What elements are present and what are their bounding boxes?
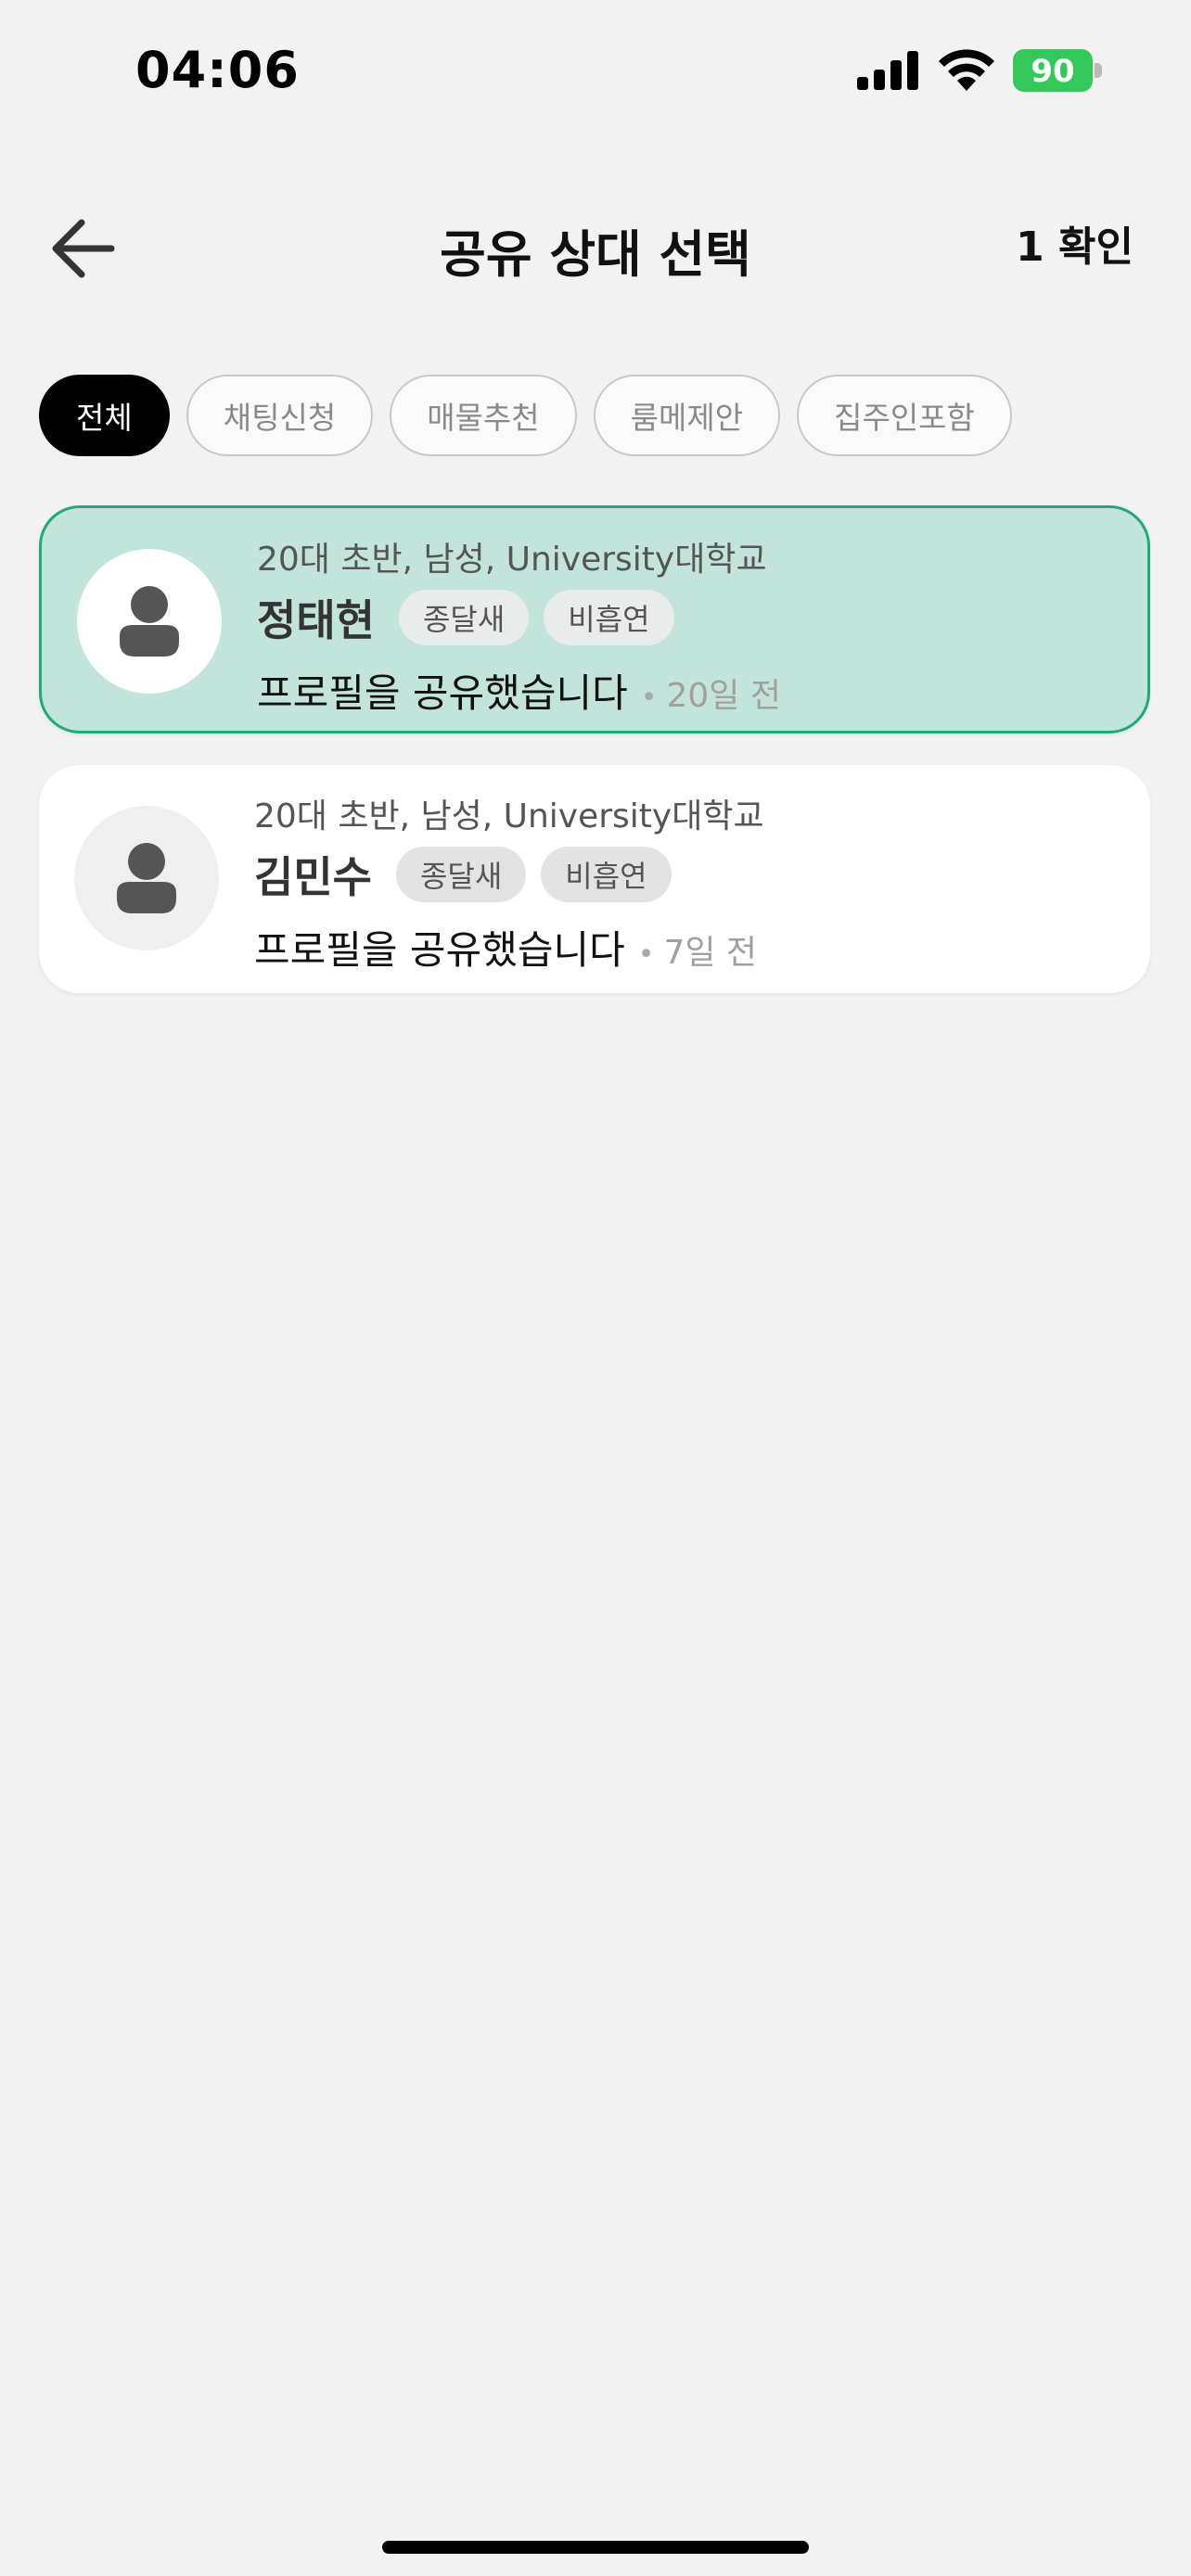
profile-tag: 종달새 — [395, 847, 527, 902]
separator-dot: • — [640, 682, 658, 714]
profile-tag: 비흡연 — [541, 847, 672, 902]
profile-meta: 20대 초반, 남성, University대학교 — [254, 797, 764, 835]
filter-chips: 전체 채팅신청 매물추천 룸메제안 집주인포함 — [39, 375, 1012, 456]
name-row: 김민수 종달새 비흡연 — [254, 847, 686, 902]
share-status-text: 프로필을 공유했습니다 — [254, 927, 625, 973]
profile-meta: 20대 초반, 남성, University대학교 — [257, 541, 767, 579]
wifi-icon — [939, 49, 994, 91]
battery-charging-icon: 90 — [1013, 49, 1104, 92]
name-row: 정태현 종달새 비흡연 — [257, 590, 689, 645]
person-icon — [120, 586, 179, 657]
filter-chip-roommate-offer[interactable]: 룸메제안 — [593, 375, 781, 456]
filter-chip-landlord-included[interactable]: 집주인포함 — [797, 375, 1012, 456]
page-title: 공유 상대 선택 — [440, 225, 751, 284]
status-time: 04:06 — [135, 41, 300, 99]
share-status-text: 프로필을 공유했습니다 — [257, 670, 628, 716]
share-status: 프로필을 공유했습니다 • 20일 전 — [257, 662, 781, 719]
avatar — [77, 549, 222, 694]
profile-name: 정태현 — [257, 595, 375, 645]
separator-dot: • — [637, 938, 655, 971]
battery-level: 90 — [1031, 53, 1075, 90]
profile-tag: 종달새 — [398, 590, 530, 645]
share-time: 7일 전 — [663, 934, 758, 972]
share-time: 20일 전 — [666, 677, 781, 715]
share-target-card[interactable]: 20대 초반, 남성, University대학교 정태현 종달새 비흡연 프로… — [39, 505, 1150, 733]
home-indicator[interactable] — [382, 2541, 809, 2554]
avatar — [74, 806, 219, 950]
profile-tag: 비흡연 — [544, 590, 674, 645]
filter-chip-chat-request[interactable]: 채팅신청 — [186, 375, 374, 456]
header: 공유 상대 선택 1 확인 — [0, 185, 1191, 306]
status-bar: 04:06 90 — [0, 0, 1191, 139]
share-status: 프로필을 공유했습니다 • 7일 전 — [254, 919, 757, 976]
profile-name: 김민수 — [254, 852, 372, 902]
battery-cap — [1095, 63, 1102, 78]
confirm-button[interactable]: 1 확인 — [1016, 213, 1133, 273]
person-icon — [117, 843, 176, 913]
share-target-card[interactable]: 20대 초반, 남성, University대학교 김민수 종달새 비흡연 프로… — [39, 765, 1150, 993]
filter-chip-all[interactable]: 전체 — [39, 375, 170, 456]
filter-chip-listing-recommend[interactable]: 매물추천 — [390, 375, 577, 456]
cellular-signal-icon — [857, 51, 918, 90]
